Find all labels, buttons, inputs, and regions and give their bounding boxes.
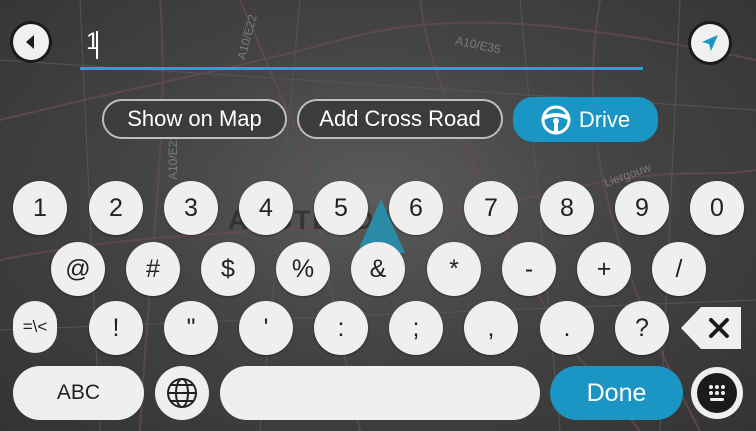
key-9[interactable]: 9	[615, 181, 669, 235]
key-exclamation[interactable]: !	[89, 301, 143, 355]
add-cross-road-button[interactable]: Add Cross Road	[297, 99, 503, 139]
key-colon[interactable]: :	[314, 301, 368, 355]
keyboard-icon	[697, 373, 737, 413]
road-label: A10/E22	[166, 133, 181, 181]
text-caret	[96, 31, 98, 59]
drive-button[interactable]: Drive	[513, 97, 658, 142]
key-plus[interactable]: +	[577, 242, 631, 296]
key-5[interactable]: 5	[314, 181, 368, 235]
key-double-quote[interactable]: "	[164, 301, 218, 355]
search-underline	[80, 67, 643, 70]
globe-icon	[167, 378, 197, 408]
key-at[interactable]: @	[51, 242, 105, 296]
key-comma[interactable]: ,	[464, 301, 518, 355]
keyboard-toggle-key[interactable]	[691, 367, 743, 419]
key-6[interactable]: 6	[389, 181, 443, 235]
steering-wheel-icon	[541, 105, 571, 134]
key-0[interactable]: 0	[690, 181, 744, 235]
key-percent[interactable]: %	[276, 242, 330, 296]
key-7[interactable]: 7	[464, 181, 518, 235]
key-apostrophe[interactable]: '	[239, 301, 293, 355]
drive-label: Drive	[578, 106, 631, 132]
space-key[interactable]	[220, 366, 540, 420]
key-question[interactable]: ?	[615, 301, 669, 355]
key-3[interactable]: 3	[164, 181, 218, 235]
abc-key[interactable]: ABC	[13, 366, 144, 420]
backspace-icon	[681, 307, 741, 349]
backspace-key[interactable]	[679, 303, 745, 353]
key-2[interactable]: 2	[89, 181, 143, 235]
symbols-toggle-key[interactable]: =\<	[13, 301, 57, 353]
back-button[interactable]	[13, 24, 49, 60]
locate-button[interactable]	[691, 24, 729, 62]
key-hash[interactable]: #	[126, 242, 180, 296]
key-asterisk[interactable]: *	[427, 242, 481, 296]
key-1[interactable]: 1	[13, 181, 67, 235]
key-semicolon[interactable]: ;	[389, 301, 443, 355]
done-key[interactable]: Done	[550, 366, 683, 420]
show-on-map-button[interactable]: Show on Map	[102, 99, 287, 139]
navigation-arrow-icon	[702, 35, 718, 51]
key-minus[interactable]: -	[502, 242, 556, 296]
key-4[interactable]: 4	[239, 181, 293, 235]
key-dollar[interactable]: $	[201, 242, 255, 296]
key-ampersand[interactable]: &	[351, 242, 405, 296]
language-key[interactable]	[155, 366, 209, 420]
key-8[interactable]: 8	[540, 181, 594, 235]
key-slash[interactable]: /	[652, 242, 706, 296]
key-period[interactable]: .	[540, 301, 594, 355]
back-arrow-icon	[26, 35, 34, 49]
